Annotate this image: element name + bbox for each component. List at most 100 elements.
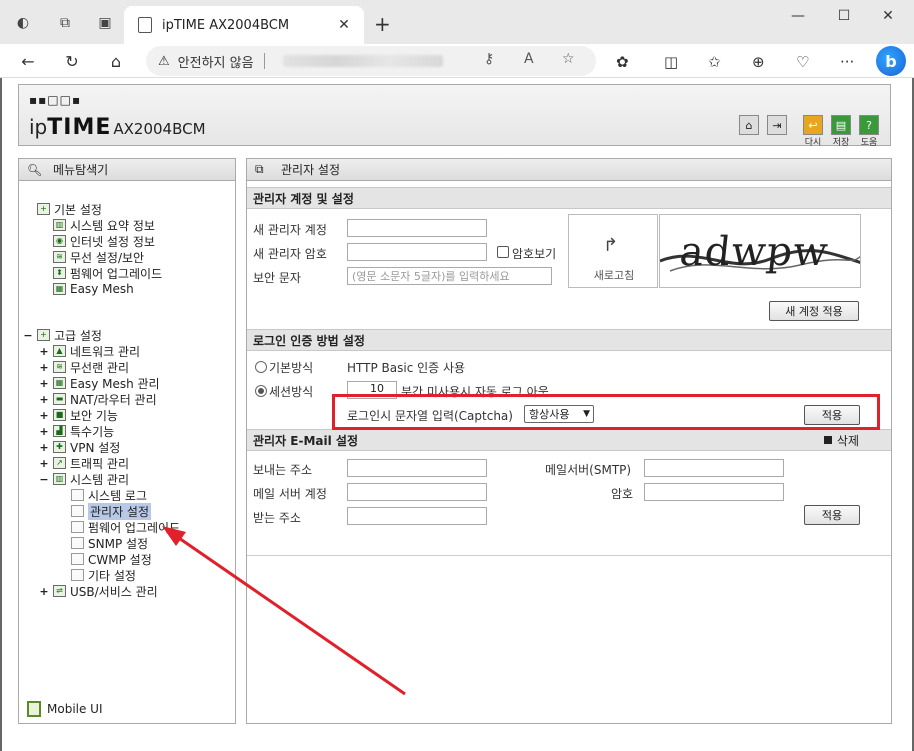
expand-icon[interactable]: + bbox=[39, 457, 49, 470]
captcha-input[interactable]: (영문 소문자 5글자)를 입력하세요 bbox=[347, 267, 552, 285]
tree-network[interactable]: + ▲ 네트워크 관리 bbox=[39, 343, 140, 359]
email-section-heading: 관리자 E-Mail 설정 삭제 bbox=[247, 429, 891, 451]
page-icon bbox=[138, 17, 152, 33]
delete-email-button[interactable]: 삭제 bbox=[823, 432, 859, 449]
tree-system-summary[interactable]: ▥ 시스템 요약 정보 bbox=[53, 217, 155, 233]
wifi-icon: ≋ bbox=[53, 251, 66, 263]
mail-account-input[interactable] bbox=[347, 483, 487, 501]
new-tab-button[interactable]: + bbox=[374, 12, 391, 36]
collapse-icon[interactable]: − bbox=[23, 329, 33, 342]
tree-internet-info[interactable]: ◉ 인터넷 설정 정보 bbox=[53, 233, 155, 249]
tree-firmware-upgrade[interactable]: ⬍ 펌웨어 업그레이드 bbox=[53, 265, 162, 281]
extensions-icon[interactable]: ✿ bbox=[616, 53, 629, 71]
tree-traffic[interactable]: + ↗ 트래픽 관리 bbox=[39, 455, 129, 471]
expand-icon[interactable]: + bbox=[39, 425, 49, 438]
captcha-image: adwpw bbox=[659, 214, 861, 288]
logout-icon[interactable]: ⇥ bbox=[767, 115, 787, 135]
tree-easy-mesh[interactable]: ▦ Easy Mesh bbox=[53, 281, 134, 297]
tree-advanced-settings[interactable]: − + 고급 설정 bbox=[23, 327, 102, 343]
delete-icon bbox=[823, 436, 832, 444]
tree-other-settings[interactable]: 기타 설정 bbox=[71, 567, 136, 583]
expand-icon[interactable]: + bbox=[39, 585, 49, 598]
close-window-button[interactable]: ✕ bbox=[868, 8, 908, 28]
home-header-icon[interactable]: ⌂ bbox=[739, 115, 759, 135]
key-icon[interactable]: ⚷ bbox=[484, 51, 494, 67]
chart-icon: ▥ bbox=[53, 473, 66, 485]
vpn-icon: ✚ bbox=[53, 441, 66, 453]
tree-special[interactable]: + ▟ 특수기능 bbox=[39, 423, 114, 439]
basic-auth-radio[interactable] bbox=[255, 361, 267, 373]
expand-icon[interactable]: + bbox=[39, 361, 49, 374]
smtp-server-input[interactable] bbox=[644, 459, 784, 477]
tree-usb-service[interactable]: + ⇌ USB/서비스 관리 bbox=[39, 583, 157, 599]
save-icon[interactable]: ▤ bbox=[831, 115, 851, 135]
page-icon bbox=[71, 489, 84, 501]
warning-icon: ⚠ bbox=[158, 53, 170, 69]
tree-snmp[interactable]: SNMP 설정 bbox=[71, 535, 148, 551]
profile-icon[interactable]: ◐ bbox=[12, 12, 34, 34]
refresh-arrow-icon: ↱ bbox=[603, 235, 619, 256]
tree-vpn[interactable]: + ✚ VPN 설정 bbox=[39, 439, 120, 455]
tree-cwmp[interactable]: CWMP 설정 bbox=[71, 551, 152, 567]
mail-account-label: 메일 서버 계정 bbox=[253, 487, 327, 501]
network-icon: ▲ bbox=[53, 345, 66, 357]
mesh-icon: ▦ bbox=[53, 283, 66, 295]
minimize-button[interactable]: — bbox=[778, 8, 818, 28]
collapse-icon[interactable]: − bbox=[39, 473, 49, 486]
show-password-checkbox[interactable] bbox=[497, 246, 509, 258]
tree-easy-mesh-admin[interactable]: + ▦ Easy Mesh 관리 bbox=[39, 375, 159, 391]
captcha-highlight-box bbox=[332, 394, 880, 430]
folder-icon: + bbox=[37, 329, 50, 341]
close-tab-icon[interactable]: ✕ bbox=[334, 17, 354, 33]
mail-password-input[interactable] bbox=[644, 483, 784, 501]
expand-icon[interactable]: + bbox=[39, 441, 49, 454]
refresh-icon[interactable]: ↻ bbox=[60, 49, 84, 73]
bing-copilot-icon[interactable]: b bbox=[876, 46, 906, 76]
performance-icon[interactable]: ♡ bbox=[796, 53, 809, 71]
tree-system-admin[interactable]: − ▥ 시스템 관리 bbox=[39, 471, 129, 487]
back-icon[interactable]: ← bbox=[16, 49, 40, 73]
tree-nat-router[interactable]: + ▬ NAT/라우터 관리 bbox=[39, 391, 156, 407]
sender-address-input[interactable] bbox=[347, 459, 487, 477]
traffic-chart-icon: ↗ bbox=[53, 457, 66, 469]
new-admin-id-input[interactable] bbox=[347, 219, 487, 237]
help-icon[interactable]: ? bbox=[859, 115, 879, 135]
tree-security[interactable]: + ■ 보안 기능 bbox=[39, 407, 118, 423]
expand-icon[interactable]: + bbox=[39, 377, 49, 390]
favorite-star-icon[interactable]: ☆ bbox=[562, 51, 575, 67]
receiver-address-label: 받는 주소 bbox=[253, 511, 301, 525]
tree-admin-settings[interactable]: 관리자 설정 bbox=[71, 502, 152, 520]
captcha-refresh-button[interactable]: ↱ 새로고침 bbox=[568, 214, 658, 288]
mail-password-label: 암호 bbox=[611, 487, 634, 501]
tree-firmware-upgrade-adv[interactable]: 펌웨어 업그레이드 bbox=[71, 519, 180, 535]
tree-wireless-security[interactable]: ≋ 무선 설정/보안 bbox=[53, 249, 144, 265]
collections-icon[interactable]: ⊕ bbox=[752, 53, 765, 71]
more-menu-icon[interactable]: ··· bbox=[840, 53, 854, 71]
tree-wireless[interactable]: + ≋ 무선랜 관리 bbox=[39, 359, 129, 375]
expand-icon[interactable]: + bbox=[39, 393, 49, 406]
favorites-icon[interactable]: ✩ bbox=[708, 53, 721, 71]
session-auth-radio[interactable] bbox=[255, 385, 267, 397]
sidebar-title: 🔍︎ 메뉴탐색기 bbox=[19, 159, 235, 181]
tab-actions-icon[interactable]: ▣ bbox=[94, 12, 116, 34]
browser-tab[interactable]: ipTIME AX2004BCM ✕ bbox=[124, 6, 364, 44]
expand-icon[interactable]: + bbox=[39, 345, 49, 358]
maximize-button[interactable]: ☐ bbox=[824, 8, 864, 28]
split-screen-icon[interactable]: ◫ bbox=[664, 53, 678, 71]
read-aloud-icon[interactable]: A bbox=[524, 51, 534, 67]
tree-system-log[interactable]: 시스템 로그 bbox=[71, 487, 147, 503]
workspaces-icon[interactable]: ⧉ bbox=[54, 12, 76, 34]
apply-new-account-button[interactable]: 새 계정 적용 bbox=[769, 301, 859, 321]
captcha-label: 보안 문자 bbox=[253, 271, 301, 285]
receiver-address-input[interactable] bbox=[347, 507, 487, 525]
tree-basic-settings[interactable]: + 기본 설정 bbox=[37, 201, 102, 217]
main-title: ⧉ 관리자 설정 bbox=[247, 159, 891, 181]
apply-email-button[interactable]: 적용 bbox=[804, 505, 860, 525]
mobile-ui-link[interactable]: Mobile UI bbox=[27, 701, 103, 717]
return-icon[interactable]: ↩ bbox=[803, 115, 823, 135]
session-auth-label: 세션방식 bbox=[269, 385, 314, 399]
new-admin-pw-input[interactable] bbox=[347, 243, 487, 261]
logo-dots-icon: ▪▪□□▪ bbox=[29, 93, 82, 107]
expand-icon[interactable]: + bbox=[39, 409, 49, 422]
home-icon[interactable]: ⌂ bbox=[104, 49, 128, 73]
